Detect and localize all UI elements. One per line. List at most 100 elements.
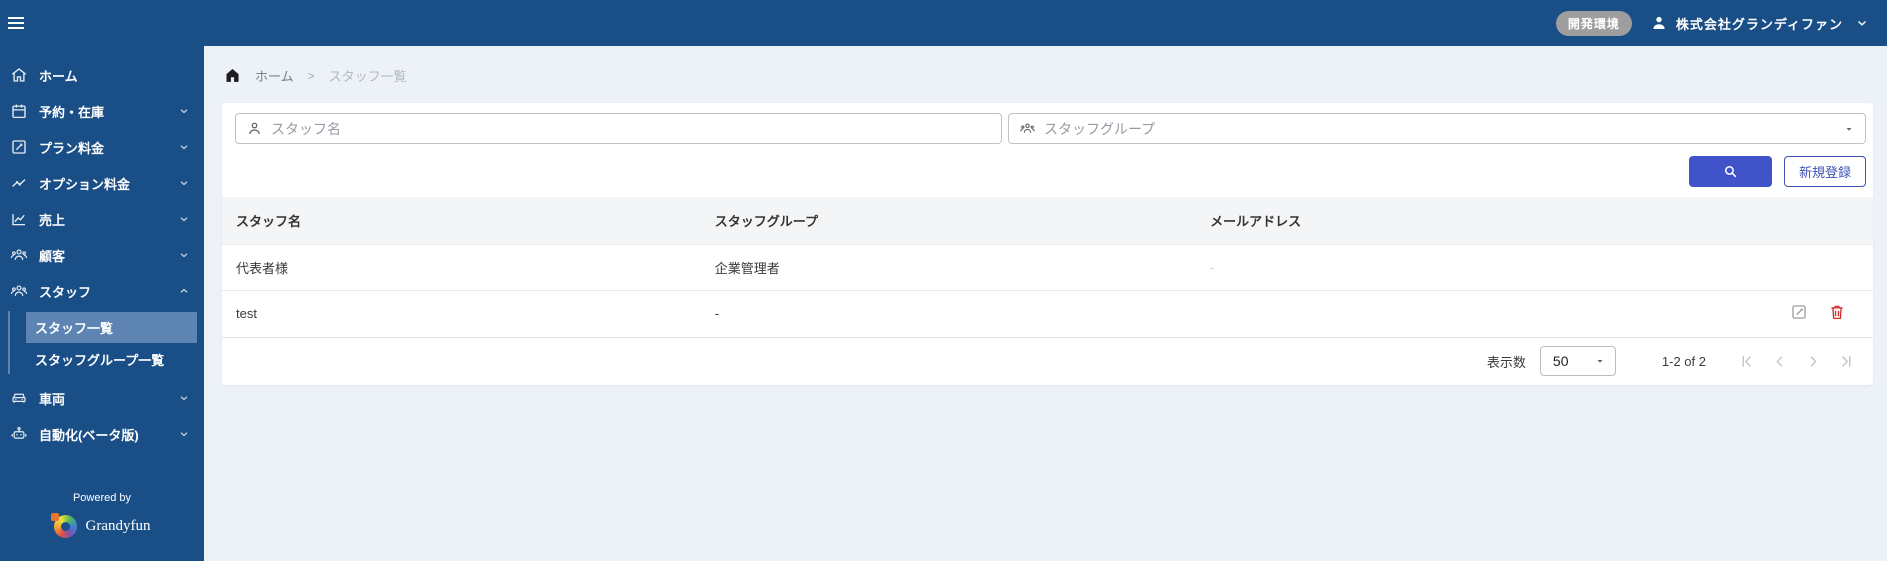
sidebar-item-label: スタッフ [39,284,92,300]
sidebar-item-reservations[interactable]: 予約・在庫 [0,93,204,129]
sidebar-item-plan-fees[interactable]: プラン料金 [0,129,204,165]
staff-name-field [235,113,1002,144]
cell-actions [1763,291,1873,337]
sidebar-item-label: ホーム [39,68,78,84]
first-page-button[interactable] [1738,352,1756,370]
calendar-icon [12,104,26,119]
sidebar-item-customers[interactable]: 顧客 [0,237,204,273]
cell-staff-group: 企業管理者 [714,261,780,276]
sidebar-item-label: オプション料金 [39,176,131,192]
grandyfun-logo-icon [50,513,77,538]
sidebar-nav: ホーム 予約・在庫 プラン料金 オプション料金 売上 顧客 スタッフ スタッフ一… [0,57,204,452]
person-icon [1653,16,1665,29]
chevron-down-icon [180,109,188,114]
search-button[interactable] [1689,156,1772,187]
next-page-button[interactable] [1804,352,1822,370]
staff-list-card: 新規登録 スタッフ名 スタッフグループ メールアドレス [222,103,1873,385]
topbar: 開発環境 株式会社グランディファン [204,0,1887,46]
staff-submenu: スタッフ一覧 スタッフグループ一覧 [0,309,204,380]
table-row: 代表者様 企業管理者 - [222,244,1873,291]
column-staff-name: スタッフ名 [236,214,302,229]
sidebar-item-label: 売上 [39,212,66,228]
cell-staff-group: - [714,306,720,322]
trash-icon [1831,305,1843,320]
chevron-right-icon [1810,356,1817,367]
sidebar-item-label: 自動化(ベータ版) [39,427,139,443]
search-icon [1724,165,1737,178]
staff-group-input[interactable] [1044,120,1835,137]
staff-name-input[interactable] [271,120,991,137]
breadcrumb: ホーム > スタッフ一覧 [222,60,1873,103]
cell-email: - [1210,260,1215,275]
table-row: test - [222,290,1873,337]
chevron-down-icon [180,432,188,437]
sidebar-item-sales[interactable]: 売上 [0,201,204,237]
sidebar-item-vehicles[interactable]: 車両 [0,380,204,416]
sidebar-item-automation[interactable]: 自動化(ベータ版) [0,416,204,452]
last-page-icon [1842,356,1851,367]
person-outline-icon [249,122,260,134]
column-actions [1763,197,1873,245]
per-page-value: 50 [1552,353,1569,369]
pagination-range: 1-2 of 2 [1661,353,1706,369]
chevron-down-icon [180,145,188,150]
sidebar-item-label: 車両 [39,391,66,407]
brand: Grandyfun [0,513,204,538]
edit-square-icon [12,140,26,154]
chevron-down-icon [180,181,188,186]
home-icon [11,68,27,82]
group-icon [1020,123,1035,133]
sidebar-item-label: 顧客 [39,248,66,264]
hamburger-menu-icon[interactable] [8,13,32,33]
app: ホーム 予約・在庫 プラン料金 オプション料金 売上 顧客 スタッフ スタッフ一… [0,0,1887,561]
sidebar-item-label: 予約・在庫 [39,104,105,120]
action-buttons: 新規登録 [222,144,1873,197]
car-icon [12,393,26,403]
sidebar-subitem-staff-group-list[interactable]: スタッフグループ一覧 [26,344,197,375]
chevron-down-icon [180,217,188,222]
account-menu[interactable]: 株式会社グランディファン [1650,14,1869,33]
sidebar-item-label: プラン料金 [39,140,105,156]
sidebar-item-option-fees[interactable]: オプション料金 [0,165,204,201]
options-icon [12,179,26,187]
chart-icon [12,214,25,226]
edit-button[interactable] [1790,303,1808,321]
column-email: メールアドレス [1210,214,1302,229]
last-page-button[interactable] [1837,352,1855,370]
staff-group-field [1008,113,1866,144]
sidebar-subitem-staff-list[interactable]: スタッフ一覧 [26,312,197,343]
dropdown-caret-icon[interactable] [1843,123,1855,135]
per-page-select[interactable]: 50 [1539,346,1616,376]
home-icon [226,68,239,82]
first-page-icon [1742,356,1751,367]
chevron-left-icon [1776,356,1783,367]
main: 開発環境 株式会社グランディファン ホーム > スタッフ一覧 スタッフ名 スタッ… [204,0,1887,561]
chevron-down-icon [180,396,188,401]
delete-button[interactable] [1828,303,1846,321]
breadcrumb-home-link[interactable]: ホーム [255,66,294,85]
chevron-up-icon [180,288,188,293]
edit-icon [1792,305,1806,319]
sidebar-item-home[interactable]: ホーム [0,57,204,93]
content: ホーム > スタッフ一覧 スタッフ名 スタッフグループ 新規登録 スタッフ名 ス… [204,46,1887,561]
prev-page-button[interactable] [1771,352,1789,370]
search-filters [222,113,1873,144]
environment-badge: 開発環境 [1555,10,1632,36]
breadcrumb-current: スタッフ一覧 [328,69,407,84]
powered-by-label: Powered by [72,492,132,504]
cell-email [1196,291,1763,337]
sidebar-subitem-label: スタッフ一覧 [35,321,114,336]
dropdown-caret-icon [1597,360,1603,363]
chevron-down-icon [180,253,188,258]
robot-icon [11,426,27,439]
per-page-label: 表示数 [1486,354,1526,370]
register-button[interactable]: 新規登録 [1784,156,1866,187]
company-name: 株式会社グランディファン [1675,16,1843,32]
column-staff-group: スタッフグループ [714,214,819,229]
cell-staff-name: test [236,306,257,322]
cell-staff-name: 代表者様 [236,261,289,276]
table-header-row: スタッフ名 スタッフグループ メールアドレス [222,197,1873,245]
pager-controls [1738,352,1855,370]
sidebar-item-staff[interactable]: スタッフ [0,273,204,309]
pagination-bar: 表示数 50 1-2 of 2 [222,336,1873,385]
